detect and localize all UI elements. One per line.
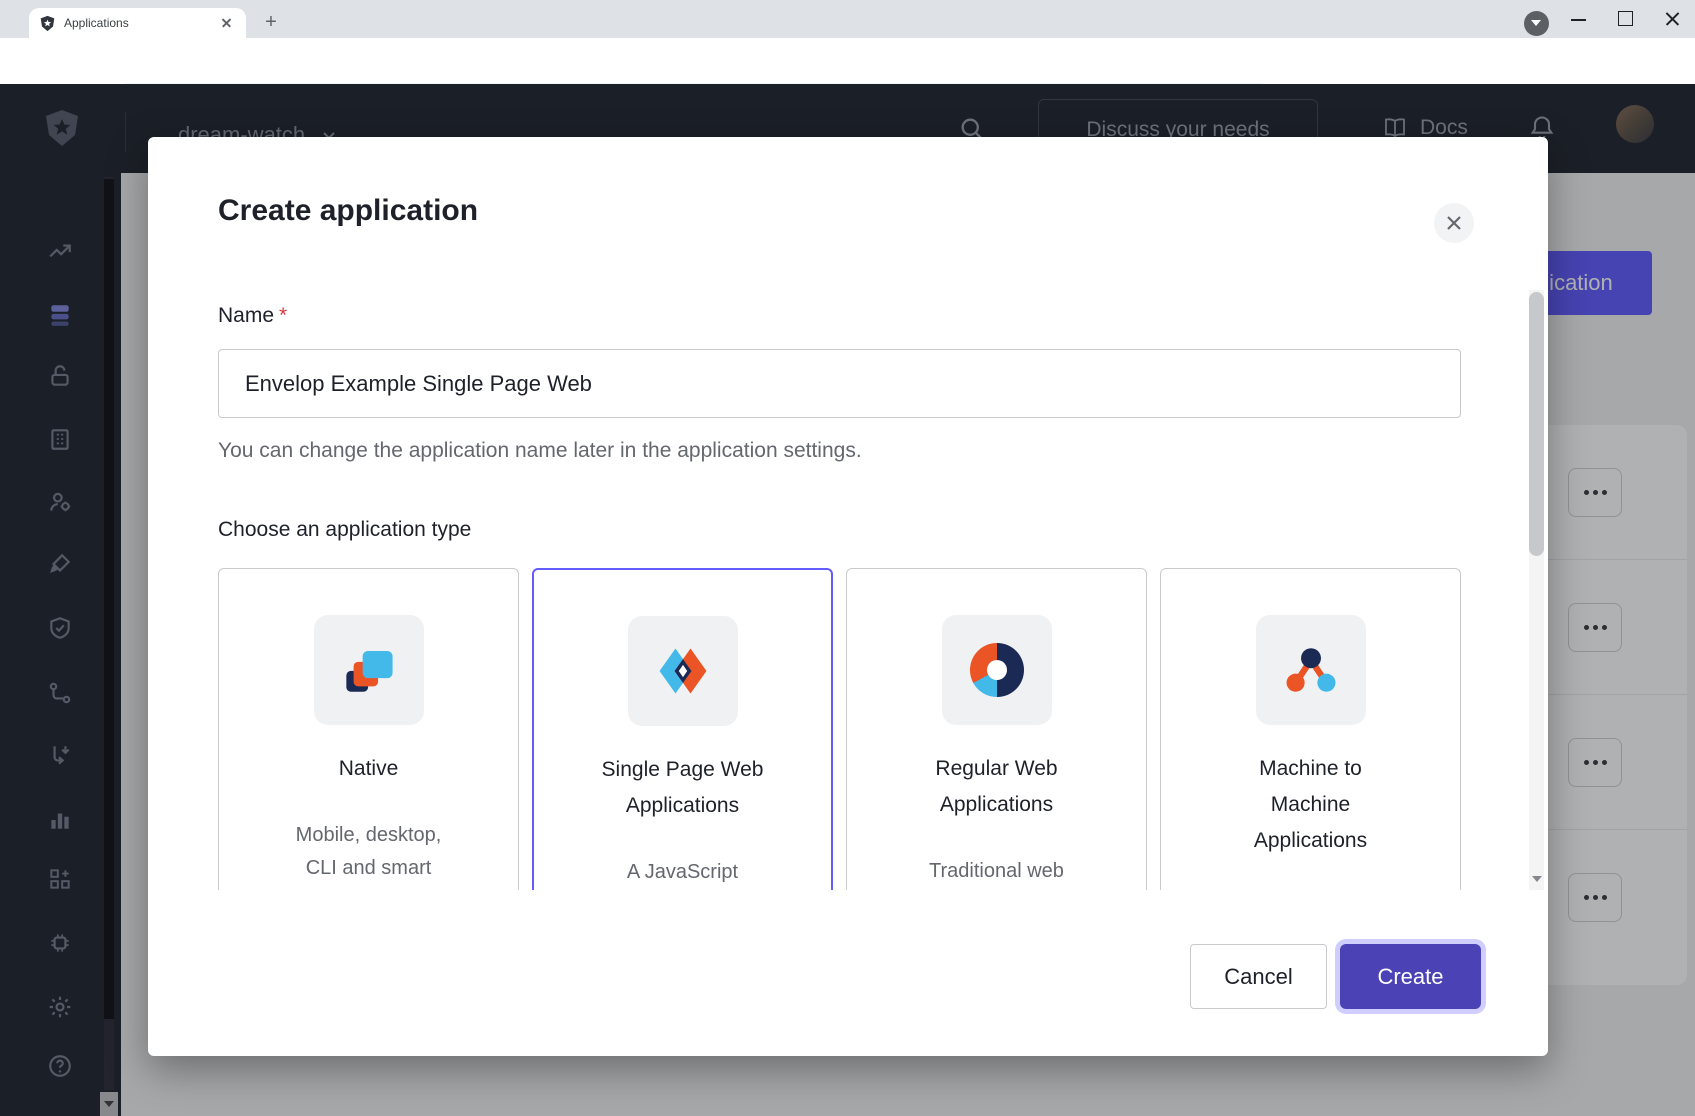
browser-toolbar: manage.auth0.com/dashboard/eu/dream-watc…	[0, 38, 1695, 84]
name-field-label: Name*	[218, 304, 287, 328]
browser-tab-applications[interactable]: Applications	[29, 8, 246, 38]
card-title: Machine to Machine Applications	[1161, 751, 1460, 859]
dialog-body: Create application Name* You can change …	[148, 137, 1548, 890]
native-icon-tile	[314, 615, 424, 725]
app-type-card-native[interactable]: Native Mobile, desktop, CLI and smart	[218, 568, 519, 890]
tab-title: Applications	[64, 16, 218, 30]
dialog-scrollbar-thumb[interactable]	[1529, 292, 1544, 556]
window-maximize-button[interactable]	[1602, 0, 1648, 34]
application-type-label: Choose an application type	[218, 518, 471, 542]
card-title: Native	[219, 751, 518, 787]
create-application-dialog: Create application Name* You can change …	[148, 137, 1548, 1056]
single-page-app-icon	[653, 641, 713, 701]
native-icon	[340, 641, 398, 699]
application-type-cards: Native Mobile, desktop, CLI and smart	[218, 568, 1461, 890]
app-type-card-single-page-web[interactable]: Single Page Web Applications A JavaScrip…	[532, 568, 833, 890]
browser-window: Applications manage.auth0.com/dashboard/…	[0, 0, 1695, 1116]
regular-web-icon-tile	[942, 615, 1052, 725]
dialog-footer: Cancel Create	[148, 890, 1548, 1056]
tab-close-icon[interactable]	[218, 14, 236, 32]
regular-web-icon	[970, 643, 1024, 697]
app-type-card-machine-to-machine[interactable]: Machine to Machine Applications	[1160, 568, 1461, 890]
app-type-card-regular-web[interactable]: Regular Web Applications Traditional web	[846, 568, 1147, 890]
dialog-title: Create application	[218, 194, 478, 228]
card-title: Single Page Web Applications	[534, 752, 831, 824]
machine-to-machine-icon	[1282, 641, 1340, 699]
close-icon	[1444, 213, 1464, 233]
new-tab-button[interactable]	[258, 10, 284, 36]
m2m-icon-tile	[1256, 615, 1366, 725]
cancel-button[interactable]: Cancel	[1190, 944, 1327, 1009]
name-help-text: You can change the application name late…	[218, 439, 862, 463]
required-asterisk: *	[279, 304, 287, 327]
application-name-input[interactable]	[218, 349, 1461, 418]
auth0-favicon-icon	[39, 15, 56, 32]
card-description: A JavaScript	[534, 856, 831, 889]
tab-search-chevron-icon[interactable]	[1524, 11, 1549, 36]
spa-icon-tile	[628, 616, 738, 726]
window-close-button[interactable]	[1649, 0, 1695, 34]
card-title: Regular Web Applications	[847, 751, 1146, 823]
create-button[interactable]: Create	[1340, 944, 1481, 1009]
card-description: Mobile, desktop, CLI and smart	[219, 819, 518, 885]
dialog-close-button[interactable]	[1434, 203, 1474, 243]
dialog-scrollbar-down-icon[interactable]	[1531, 872, 1543, 886]
tab-strip: Applications	[0, 0, 1695, 38]
window-minimize-button[interactable]	[1556, 0, 1602, 34]
card-description: Traditional web	[847, 855, 1146, 888]
auth0-dashboard-page: dream-watch Discuss your needs Docs	[0, 84, 1695, 1116]
